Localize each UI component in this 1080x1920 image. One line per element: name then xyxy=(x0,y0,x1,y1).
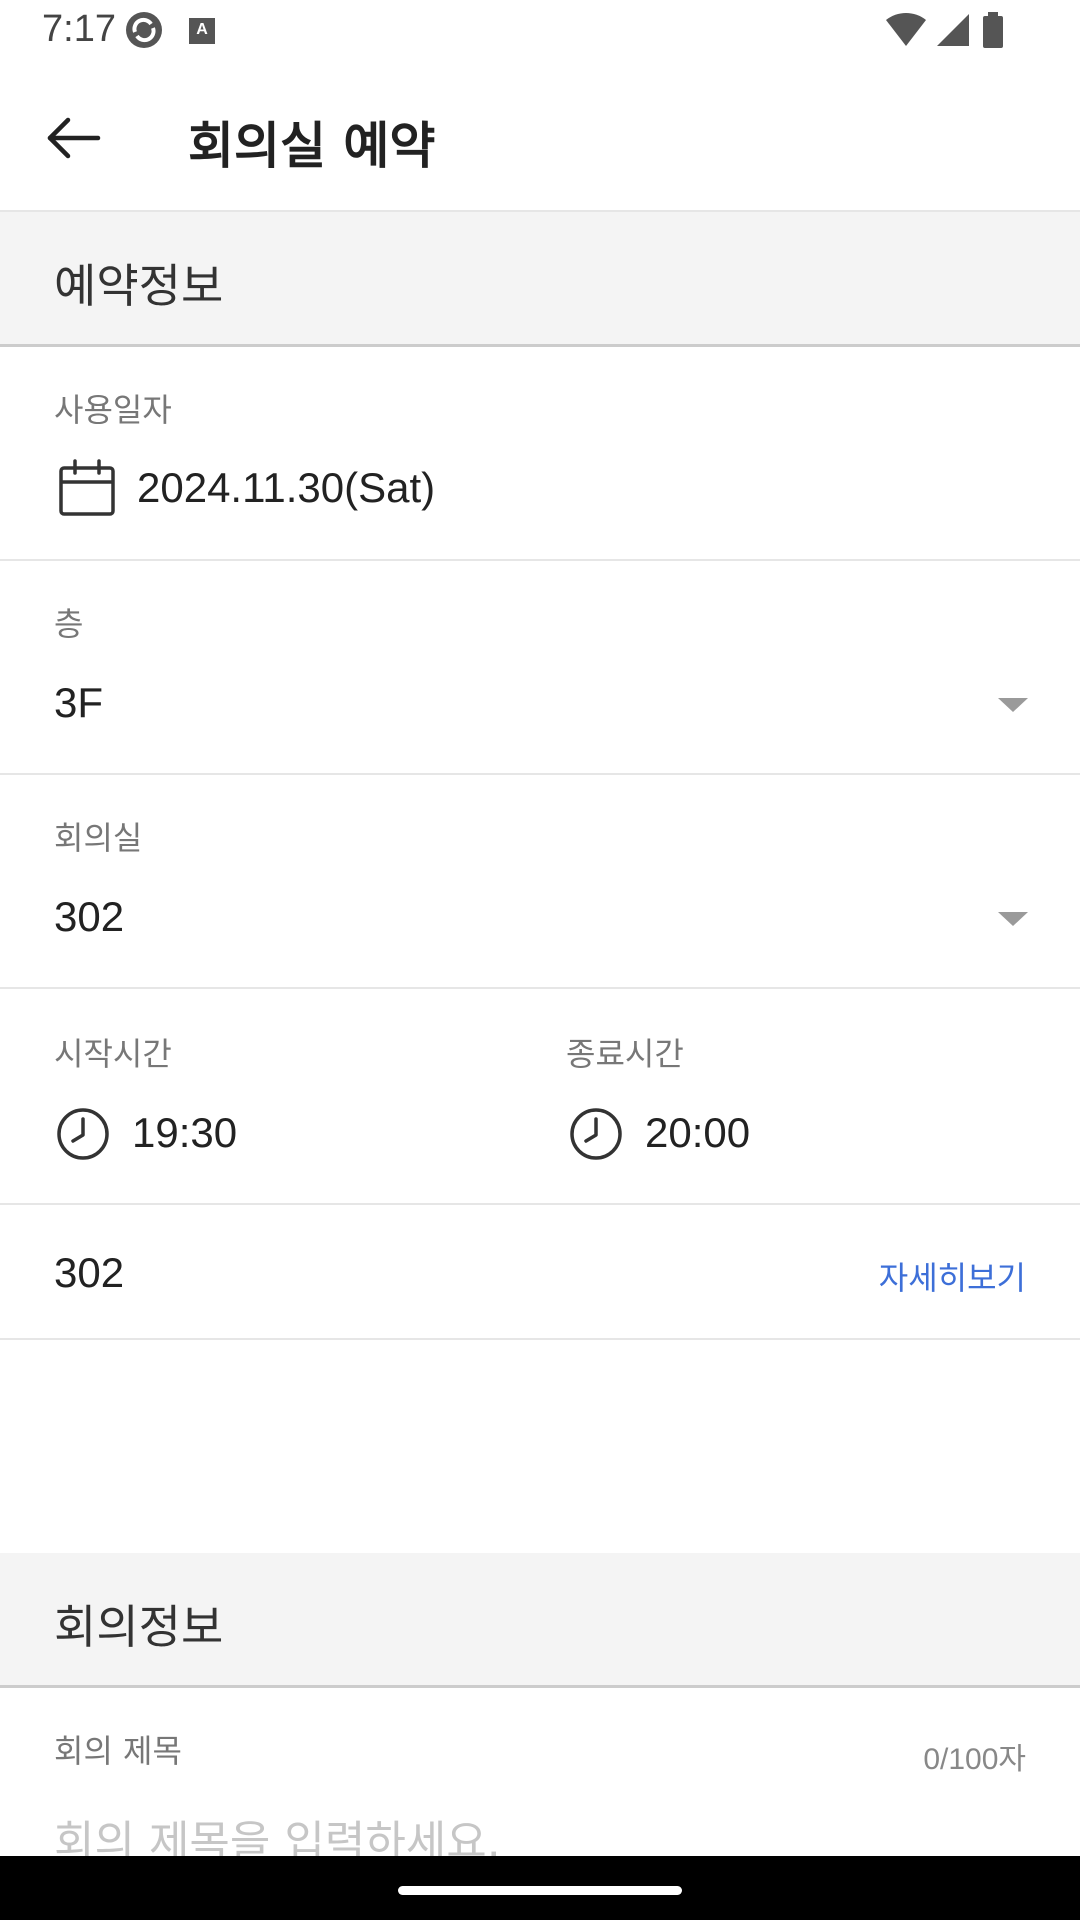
meeting-title-input[interactable]: 회의 제목을 입력하세요. xyxy=(54,1806,501,1856)
chevron-down-icon xyxy=(998,698,1028,712)
arrow-left-icon xyxy=(47,117,101,159)
end-time-label: 종료시간 xyxy=(566,1035,684,1073)
sync-app-icon xyxy=(126,12,162,48)
page-title: 회의실 예약 xyxy=(188,117,436,175)
system-navigation-bar xyxy=(0,1856,1080,1920)
wifi-icon xyxy=(885,12,926,47)
room-select[interactable]: 회의실 302 xyxy=(0,775,1080,989)
end-time-value: 20:00 xyxy=(645,1109,751,1156)
calendar-icon xyxy=(59,459,115,516)
reservation-section-title: 예약정보 xyxy=(54,259,224,313)
room-value: 302 xyxy=(54,893,125,940)
battery-icon xyxy=(983,12,1003,48)
date-label: 사용일자 xyxy=(54,391,172,429)
date-value: 2024.11.30(Sat) xyxy=(137,464,436,511)
signal-icon xyxy=(936,14,969,46)
end-time-field[interactable]: 종료시간 20:00 xyxy=(512,989,1080,1203)
clock-icon xyxy=(570,1108,622,1160)
time-row: 시작시간 19:30 종료시간 20:00 xyxy=(0,989,1080,1205)
meeting-title-counter: 0/100자 xyxy=(923,1743,1026,1776)
home-indicator[interactable] xyxy=(398,1886,682,1895)
floor-value: 3F xyxy=(54,679,104,726)
start-time-field[interactable]: 시작시간 19:30 xyxy=(0,989,540,1203)
start-time-label: 시작시간 xyxy=(54,1035,172,1073)
date-row[interactable]: 사용일자 2024.11.30(Sat) xyxy=(0,347,1080,561)
room-detail-link[interactable]: 자세히보기 xyxy=(879,1253,1026,1299)
chevron-down-icon xyxy=(998,912,1028,926)
room-detail-row: 302 자세히보기 xyxy=(0,1205,1080,1340)
app-bar: 회의실 예약 xyxy=(0,62,1080,212)
start-time-value: 19:30 xyxy=(132,1109,238,1156)
meeting-section-header: 회의정보 xyxy=(0,1553,1080,1688)
room-detail-name: 302 xyxy=(54,1249,125,1296)
meeting-title-label: 회의 제목 xyxy=(54,1732,182,1770)
status-system-icons xyxy=(884,12,1008,52)
room-label: 회의실 xyxy=(54,819,143,857)
back-button[interactable] xyxy=(36,102,108,174)
floor-label: 층 xyxy=(54,605,84,643)
clock-icon xyxy=(57,1108,109,1160)
reservation-section-header: 예약정보 xyxy=(0,212,1080,347)
status-bar: 7:17 A xyxy=(0,0,1080,62)
status-time: 7:17 xyxy=(42,8,116,50)
text-app-icon: A xyxy=(189,18,215,44)
floor-select[interactable]: 층 3F xyxy=(0,561,1080,775)
meeting-title-field[interactable]: 회의 제목 0/100자 회의 제목을 입력하세요. xyxy=(0,1688,1080,1856)
meeting-section-title: 회의정보 xyxy=(54,1600,224,1654)
